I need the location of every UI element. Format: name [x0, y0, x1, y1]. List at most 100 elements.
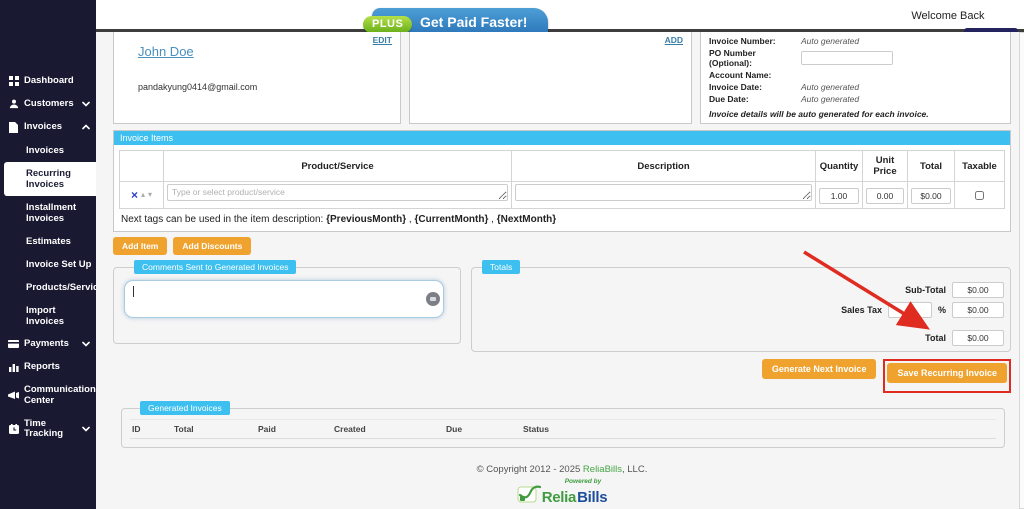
content-area: EDIT John Doe pandakyung0414@gmail.com A… — [96, 32, 1024, 509]
welcome-text: Welcome Back — [892, 10, 1004, 22]
copyright-suffix: , LLC. — [622, 464, 647, 475]
user-icon — [8, 99, 19, 109]
totals-panel: Totals Sub-Total Sales Tax % Total — [471, 260, 1011, 352]
sidebar-item-estimates[interactable]: Estimates — [0, 230, 96, 253]
column-header-id: ID — [130, 420, 172, 439]
comments-textarea[interactable] — [124, 280, 444, 318]
chevron-down-icon — [82, 341, 90, 347]
generate-next-invoice-button[interactable]: Generate Next Invoice — [762, 359, 877, 379]
subtotal-label: Sub-Total — [905, 285, 946, 295]
generated-invoices-panel: Generated Invoices ID Total Paid Created… — [121, 401, 1005, 448]
move-down-icon[interactable]: ▾ — [148, 191, 152, 199]
tag-current-month: {CurrentMonth} — [414, 214, 488, 225]
totals-panel-title: Totals — [482, 260, 520, 274]
sidebar-item-label: Estimates — [26, 236, 71, 247]
sidebar-item-customers[interactable]: Customers — [0, 93, 96, 116]
chevron-up-icon — [82, 124, 90, 130]
sidebar: Dashboard Customers Invoices Invoices Re… — [0, 0, 96, 509]
clock-icon — [8, 424, 19, 434]
taxable-checkbox[interactable] — [975, 191, 984, 200]
sidebar-item-label: Invoices — [24, 122, 62, 133]
quantity-input[interactable] — [819, 188, 859, 204]
sidebar-item-invoices[interactable]: Invoices — [0, 116, 96, 139]
item-buttons-row: Add Item Add Discounts — [113, 237, 1011, 255]
annotation-highlight-box: Save Recurring Invoice — [883, 359, 1011, 393]
invoice-number-label: Invoice Number: — [709, 36, 801, 46]
sidebar-item-label: Import Invoices — [26, 305, 64, 327]
edit-customer-link[interactable]: EDIT — [373, 35, 392, 45]
sidebar-item-label: Installment Invoices — [26, 202, 76, 224]
comments-panel: Comments Sent to Generated Invoices — [113, 260, 461, 344]
tag-separator: , — [488, 214, 496, 225]
grand-total-input[interactable] — [952, 330, 1004, 346]
move-up-icon[interactable]: ▴ — [141, 191, 145, 199]
tag-previous-month: {PreviousMonth} — [326, 214, 406, 225]
add-discounts-button[interactable]: Add Discounts — [173, 237, 251, 255]
description-input[interactable] — [515, 184, 812, 201]
unit-price-input[interactable] — [866, 188, 904, 204]
column-header-status: Status — [521, 420, 996, 439]
tag-next-month: {NextMonth} — [497, 214, 556, 225]
sidebar-item-import-invoices[interactable]: Import Invoices — [0, 299, 96, 333]
dashboard-grid-icon — [8, 76, 19, 86]
delete-row-icon[interactable]: × — [131, 189, 138, 201]
sales-tax-amount-input[interactable] — [952, 302, 1004, 318]
customer-email: pandakyung0414@gmail.com — [138, 82, 257, 92]
sidebar-item-invoice-set-up[interactable]: Invoice Set Up — [0, 253, 96, 276]
sales-tax-label: Sales Tax — [841, 305, 882, 315]
tags-note: Next tags can be used in the item descri… — [119, 209, 1005, 231]
sidebar-item-label: Invoices — [26, 145, 64, 156]
add-item-button[interactable]: Add Item — [113, 237, 167, 255]
sidebar-item-invoices-list[interactable]: Invoices — [0, 139, 96, 162]
sidebar-item-reports[interactable]: Reports — [0, 356, 96, 379]
save-recurring-invoice-button[interactable]: Save Recurring Invoice — [887, 363, 1007, 383]
column-header-quantity: Quantity — [816, 151, 863, 182]
invoice-header-panels: EDIT John Doe pandakyung0414@gmail.com A… — [113, 32, 1011, 124]
product-service-input[interactable] — [167, 184, 508, 201]
sidebar-item-communication-center[interactable]: Communication Center — [0, 379, 96, 413]
sidebar-item-dashboard[interactable]: Dashboard — [0, 70, 96, 93]
emoji-icon[interactable] — [426, 292, 440, 306]
sidebar-item-label: Time Tracking — [24, 419, 77, 441]
invoices-submenu: Invoices Recurring Invoices Installment … — [0, 139, 96, 333]
copyright-text: © Copyright 2012 - 2025 ReliaBills, LLC. — [113, 464, 1011, 475]
sidebar-item-installment-invoices[interactable]: Installment Invoices — [0, 196, 96, 230]
sidebar-item-payments[interactable]: Payments — [0, 333, 96, 356]
po-number-input[interactable] — [801, 51, 893, 65]
invoice-date-value: Auto generated — [801, 82, 859, 92]
sidebar-item-label: Dashboard — [24, 76, 74, 87]
invoice-number-value: Auto generated — [801, 36, 859, 46]
megaphone-icon — [8, 391, 19, 400]
column-header-paid: Paid — [256, 420, 332, 439]
logo-text-bills: Bills — [577, 489, 607, 506]
comments-panel-title: Comments Sent to Generated Invoices — [134, 260, 296, 274]
sidebar-item-time-tracking[interactable]: Time Tracking — [0, 413, 96, 447]
account-name-label: Account Name: — [709, 70, 801, 80]
sidebar-item-label: Recurring Invoices — [26, 168, 71, 190]
sales-tax-rate-input[interactable] — [888, 302, 932, 318]
reliabills-link[interactable]: ReliaBills — [583, 464, 622, 475]
tags-note-prefix: Next tags can be used in the item descri… — [121, 214, 326, 225]
banner-title: Get Paid Faster! — [420, 14, 527, 30]
column-header-product: Product/Service — [164, 151, 512, 182]
column-header-actions — [120, 151, 164, 182]
sidebar-item-label: Communication Center — [24, 385, 96, 407]
auto-generated-note: Invoice details will be auto generated f… — [709, 109, 1002, 119]
sidebar-item-label: Payments — [24, 339, 69, 350]
chevron-down-icon — [82, 426, 90, 432]
total-input[interactable] — [911, 188, 951, 204]
column-header-total: Total — [908, 151, 955, 182]
add-link[interactable]: ADD — [665, 35, 683, 45]
form-actions-row: Generate Next Invoice Save Recurring Inv… — [113, 359, 1011, 393]
column-header-due: Due — [444, 420, 521, 439]
credit-card-icon — [8, 340, 19, 348]
sidebar-item-products-services[interactable]: Products/Services — [0, 276, 96, 299]
scrollbar-track[interactable] — [1019, 32, 1024, 509]
subtotal-input[interactable] — [952, 282, 1004, 298]
column-header-description: Description — [512, 151, 816, 182]
invoice-items-header: Invoice Items — [114, 131, 1010, 145]
column-header-total: Total — [172, 420, 256, 439]
sidebar-item-recurring-invoices[interactable]: Recurring Invoices — [4, 162, 96, 196]
app-window: Dashboard Customers Invoices Invoices Re… — [0, 0, 1024, 509]
customer-name-link[interactable]: John Doe — [138, 44, 194, 59]
